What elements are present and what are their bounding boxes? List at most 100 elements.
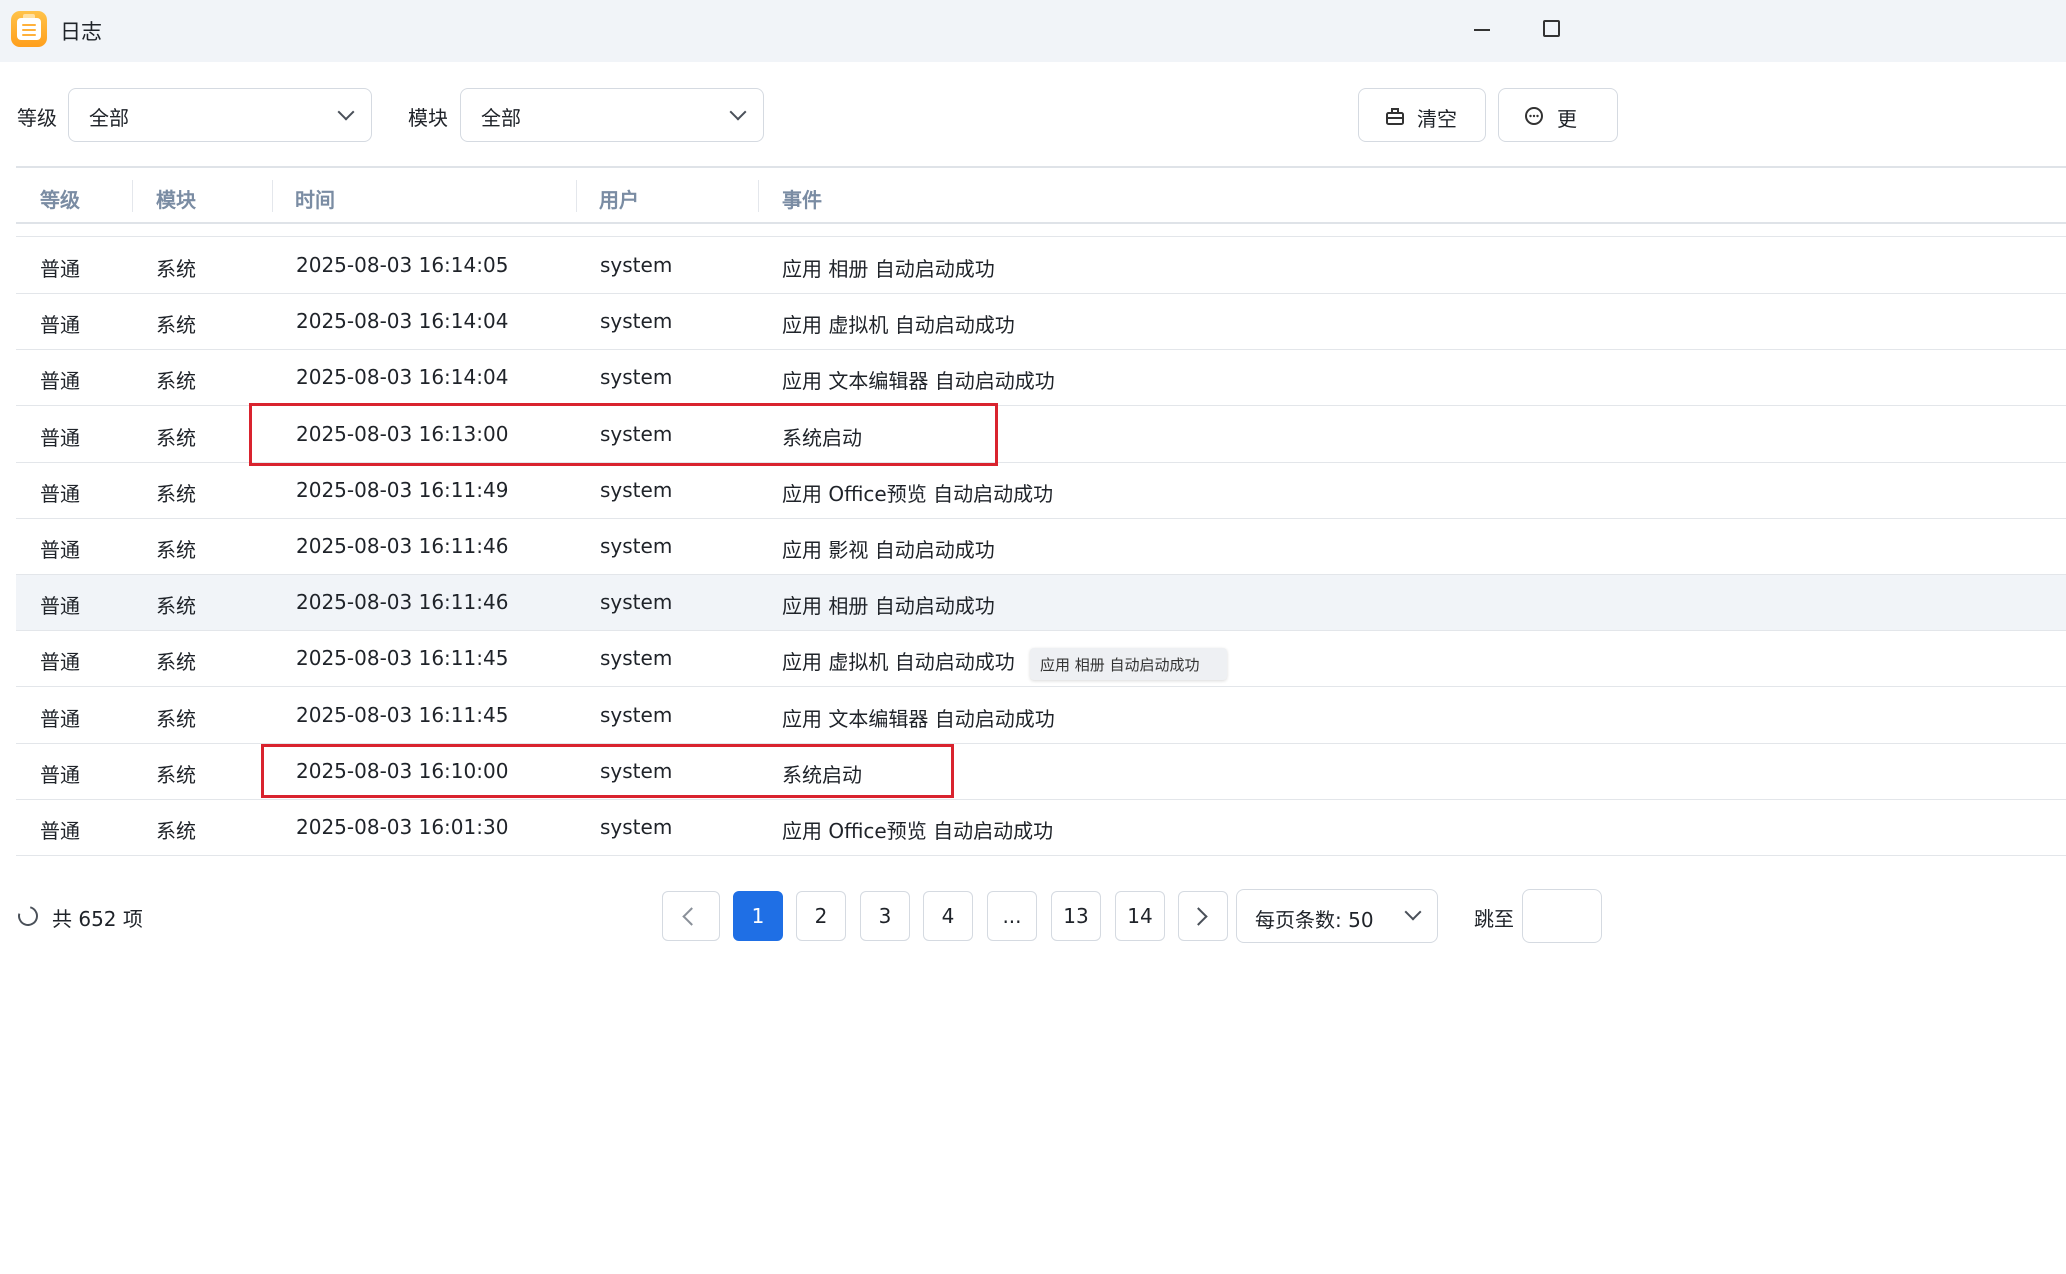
column-header-module[interactable]: 模块 [156, 184, 196, 213]
time-cell: 2025-08-03 16:11:46 [296, 590, 509, 615]
total-count: 共 652 项 [52, 907, 143, 931]
event-cell: 应用 相册 自动启动成功 [782, 257, 995, 281]
user-cell: system [600, 309, 673, 334]
page-ellipsis-button[interactable]: ... [987, 891, 1037, 941]
column-header-user[interactable]: 用户 [599, 184, 639, 213]
module-cell: 系统 [156, 313, 196, 338]
module-cell: 系统 [156, 762, 196, 787]
log-app-icon [11, 11, 47, 47]
table-row[interactable]: 普通 系统 2025-08-03 16:11:46 system 应用 影视 自动启动成… [16, 519, 2066, 575]
event-cell: 应用 影视 自动启动成功 [782, 538, 995, 562]
page-button-1[interactable]: 1 [733, 891, 783, 941]
table-row[interactable]: 普通 系统 2025-08-03 16:01:30 system 应用 Office预览… [16, 800, 2066, 856]
level-cell: 普通 [40, 313, 80, 338]
clear-button-label: 清空 [1417, 107, 1457, 131]
module-cell: 系统 [156, 594, 196, 619]
more-button[interactable]: 更 [1498, 88, 1618, 142]
level-filter-label: 等级 [17, 106, 57, 130]
time-cell: 2025-08-03 16:14:04 [296, 309, 509, 334]
time-cell: 2025-08-03 16:11:46 [296, 534, 509, 558]
time-cell: 2025-08-03 16:11:45 [296, 646, 509, 671]
level-cell: 普通 [40, 481, 80, 506]
page-button-4[interactable]: 4 [923, 891, 973, 941]
table-row[interactable]: 普通 系统 2025-08-03 16:11:45 system 应用 文本编辑器 自动… [16, 688, 2066, 744]
refresh-icon[interactable] [14, 902, 42, 930]
user-cell: system [600, 534, 673, 558]
chevron-right-icon [1189, 907, 1208, 926]
maximize-icon[interactable] [1543, 20, 1560, 37]
module-select-value: 全部 [481, 106, 521, 130]
prev-page-button[interactable] [662, 891, 720, 941]
level-cell: 普通 [40, 369, 80, 394]
more-icon [1525, 107, 1543, 125]
more-button-label: 更 [1557, 107, 1577, 131]
level-cell: 普通 [40, 762, 80, 787]
module-cell: 系统 [156, 369, 196, 394]
chevron-down-icon [1404, 903, 1422, 921]
level-select-value: 全部 [89, 106, 129, 130]
page-button-13[interactable]: 13 [1051, 891, 1101, 941]
table-row[interactable]: 普通 系统 2025-08-03 16:11:49 system 应用 Office预览… [16, 463, 2066, 519]
jump-to-label: 跳至 [1474, 907, 1514, 931]
level-cell: 普通 [40, 706, 80, 731]
page-size-select[interactable]: 每页条数: 50 [1236, 889, 1438, 943]
table-header: 等级 模块 时间 用户 事件 [16, 166, 2066, 224]
module-cell: 系统 [156, 650, 196, 675]
module-select[interactable]: 全部 [460, 88, 764, 142]
level-select[interactable]: 全部 [68, 88, 372, 142]
level-cell: 普通 [40, 594, 80, 619]
level-cell: 普通 [40, 257, 80, 281]
time-cell: 2025-08-03 16:11:45 [296, 702, 509, 727]
page-button-14[interactable]: 14 [1115, 891, 1165, 941]
level-cell: 普通 [40, 425, 80, 450]
minimize-icon[interactable] [1474, 29, 1490, 31]
clear-button[interactable]: 清空 [1358, 88, 1486, 142]
column-header-time[interactable]: 时间 [295, 184, 335, 213]
page-size-label: 每页条数: 50 [1255, 908, 1374, 932]
highlight-box [261, 744, 954, 798]
chevron-left-icon [682, 907, 701, 926]
module-cell: 系统 [156, 819, 196, 843]
title-bar: 日志 [0, 0, 2066, 62]
module-filter-label: 模块 [408, 106, 448, 130]
event-cell: 应用 文本编辑器 自动启动成功 [782, 706, 1055, 731]
event-cell: 应用 虚拟机 自动启动成功 [782, 650, 1015, 675]
user-cell: system [600, 590, 673, 615]
column-header-level[interactable]: 等级 [40, 184, 80, 213]
module-cell: 系统 [156, 425, 196, 450]
table-row[interactable]: 普通 系统 2025-08-03 16:14:04 system 应用 文本编辑器 自动… [16, 350, 2066, 407]
user-cell: system [600, 815, 673, 839]
chevron-down-icon [729, 103, 747, 121]
page-button-3[interactable]: 3 [860, 891, 910, 941]
module-cell: 系统 [156, 538, 196, 562]
event-cell: 应用 文本编辑器 自动启动成功 [782, 369, 1055, 394]
event-tooltip: 应用 相册 自动启动成功 [1030, 648, 1227, 680]
clear-icon [1386, 108, 1404, 125]
level-cell: 普通 [40, 819, 80, 843]
window-title: 日志 [60, 20, 102, 44]
time-cell: 2025-08-03 16:01:30 [296, 815, 509, 839]
user-cell: system [600, 646, 673, 671]
user-cell: system [600, 365, 673, 390]
event-cell: 应用 Office预览 自动启动成功 [782, 819, 1054, 843]
next-page-button[interactable] [1178, 891, 1228, 941]
highlight-box [249, 403, 998, 466]
time-cell: 2025-08-03 16:11:49 [296, 477, 509, 502]
column-header-event[interactable]: 事件 [782, 184, 822, 213]
table-row[interactable]: 普通 系统 2025-08-03 16:11:46 system 应用 相册 自动启动成… [16, 575, 2066, 632]
table-row[interactable]: 普通 系统 2025-08-03 16:14:05 system 应用 相册 自动启动成… [16, 238, 2066, 294]
time-cell: 2025-08-03 16:14:05 [296, 253, 509, 277]
event-cell: 应用 Office预览 自动启动成功 [782, 481, 1054, 506]
module-cell: 系统 [156, 257, 196, 281]
time-cell: 2025-08-03 16:14:04 [296, 365, 509, 390]
event-cell: 应用 相册 自动启动成功 [782, 594, 995, 619]
level-cell: 普通 [40, 650, 80, 675]
module-cell: 系统 [156, 481, 196, 506]
jump-to-page-input[interactable] [1522, 889, 1602, 943]
page-button-2[interactable]: 2 [796, 891, 846, 941]
chevron-down-icon [337, 103, 355, 121]
event-cell: 应用 虚拟机 自动启动成功 [782, 313, 1015, 338]
table-row[interactable]: 普通 系统 2025-08-03 16:14:04 system 应用 虚拟机 自动启动… [16, 294, 2066, 351]
user-cell: system [600, 477, 673, 502]
user-cell: system [600, 702, 673, 727]
